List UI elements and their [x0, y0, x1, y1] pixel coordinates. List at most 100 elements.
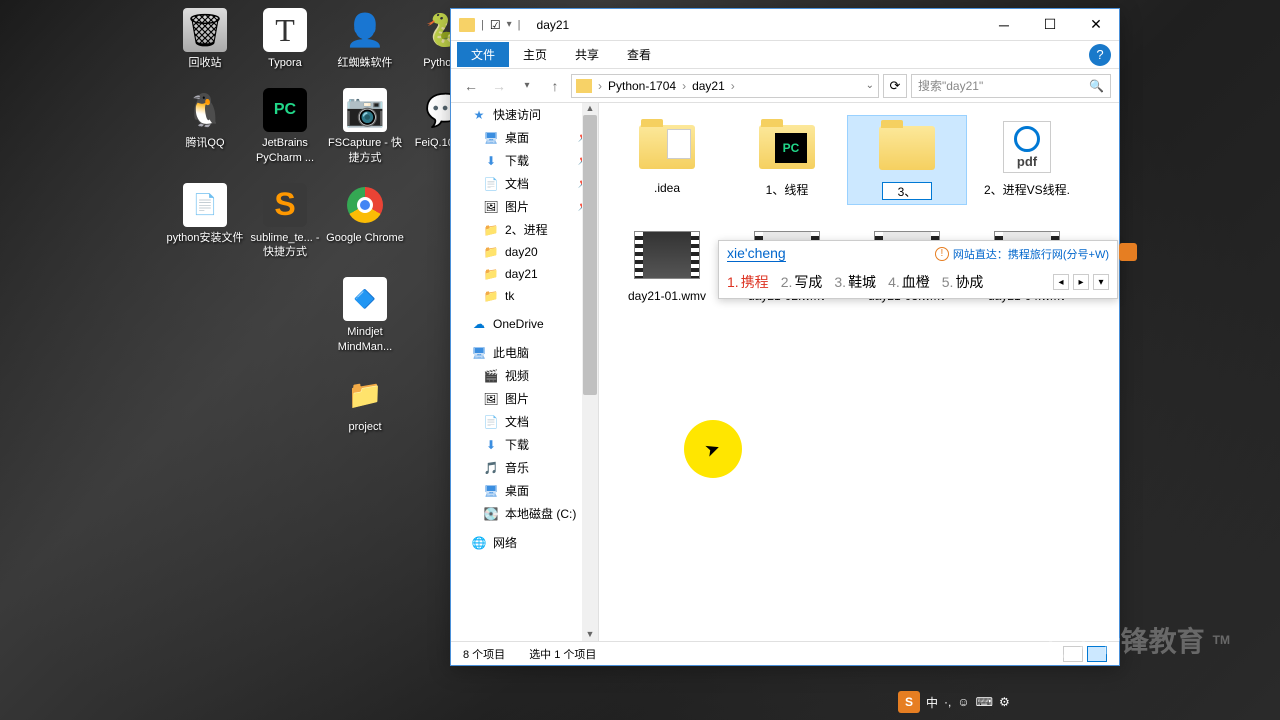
- refresh-button[interactable]: ⟳: [883, 74, 907, 98]
- ribbon-tab-home[interactable]: 主页: [509, 42, 561, 67]
- redspider-icon: 👤: [343, 8, 387, 52]
- folder-icon: 📁: [483, 266, 499, 282]
- ime-next-button[interactable]: ▸: [1073, 274, 1089, 290]
- folder-icon: [459, 18, 475, 32]
- sidebar-folder-day21[interactable]: 📁day21: [451, 263, 598, 285]
- ime-prev-button[interactable]: ◂: [1053, 274, 1069, 290]
- ime-candidate-2[interactable]: 2.写成: [781, 272, 823, 292]
- ime-candidate-3[interactable]: 3.鞋城: [834, 272, 876, 292]
- sidebar-folder-day20[interactable]: 📁day20: [451, 241, 598, 263]
- download-icon: ⬇: [483, 153, 499, 169]
- ime-punct-indicator[interactable]: ·,: [944, 695, 951, 709]
- desktop-icon-typora[interactable]: TTypora: [245, 8, 325, 70]
- desktop-icon-pythoninstall[interactable]: 📄python安装文件: [165, 183, 245, 260]
- file-explorer-window: | ☑ ▾ | day21 ─ ☐ ✕ 文件 主页 共享 查看 ? ← → ▾ …: [450, 8, 1120, 666]
- ime-candidate-popup: xie'cheng !网站直达：携程旅行网(分号+W) 1.携程 2.写成 3.…: [718, 240, 1118, 299]
- search-icon[interactable]: 🔍: [1089, 79, 1104, 93]
- sogou-icon[interactable]: S: [898, 691, 920, 713]
- history-dropdown[interactable]: ▾: [515, 74, 539, 98]
- qat-dropdown[interactable]: ▾: [507, 19, 512, 30]
- qat-item[interactable]: ☑: [490, 18, 501, 32]
- sidebar-folder-process[interactable]: 📁2、进程: [451, 218, 598, 241]
- sidebar-downloads2[interactable]: ⬇下载: [451, 433, 598, 456]
- minimize-button[interactable]: ─: [981, 10, 1027, 40]
- ribbon-tab-view[interactable]: 查看: [613, 42, 665, 67]
- ime-candidate-5[interactable]: 5.协成: [942, 272, 984, 292]
- desktop-icon-project[interactable]: 📁project: [325, 372, 405, 434]
- sidebar-desktop2[interactable]: 🖥桌面: [451, 479, 598, 502]
- file-item-idea[interactable]: .idea: [607, 115, 727, 205]
- address-dropdown[interactable]: ⌄: [866, 80, 874, 91]
- ime-emoji-button[interactable]: ☺: [957, 695, 969, 709]
- desktop-icon-redspider[interactable]: 👤红蜘蛛软件: [325, 8, 405, 70]
- qat-divider: |: [481, 19, 484, 31]
- ime-lang-indicator[interactable]: 中: [926, 694, 938, 711]
- desktop-icon-mindjet[interactable]: 🔷Mindjet MindMan...: [325, 277, 405, 354]
- desktop-icon-chrome[interactable]: Google Chrome: [325, 183, 405, 260]
- help-button[interactable]: ?: [1089, 44, 1111, 66]
- desktop-icon-sublime[interactable]: Ssublime_te... - 快捷方式: [245, 183, 325, 260]
- file-item-pdf[interactable]: pdf2、进程VS线程.: [967, 115, 1087, 205]
- file-item-video1[interactable]: day21-01.wmv: [607, 223, 727, 307]
- scrollbar-thumb[interactable]: [583, 115, 597, 395]
- sidebar-documents2[interactable]: 📄文档: [451, 410, 598, 433]
- file-list-pane[interactable]: .idea 1、线程 pdf2、进程VS线程. day21-01.wmv day…: [599, 103, 1119, 641]
- desktop-icon-qq[interactable]: 🐧腾讯QQ: [165, 88, 245, 165]
- maximize-button[interactable]: ☐: [1027, 10, 1073, 40]
- sidebar-documents[interactable]: 📄文档📌: [451, 172, 598, 195]
- forward-button[interactable]: →: [487, 74, 511, 98]
- file-item-new-folder[interactable]: [847, 115, 967, 205]
- ime-settings-icon[interactable]: ⚙: [999, 695, 1010, 709]
- chevron-right-icon[interactable]: ›: [731, 79, 735, 93]
- sidebar-videos[interactable]: 🎬视频: [451, 364, 598, 387]
- ime-candidate-4[interactable]: 4.血橙: [888, 272, 930, 292]
- ribbon-tab-share[interactable]: 共享: [561, 42, 613, 67]
- status-bar: 8 个项目 选中 1 个项目: [451, 641, 1119, 665]
- ime-keyboard-icon[interactable]: ⌨: [976, 695, 993, 709]
- sidebar-local-disk[interactable]: 💽本地磁盘 (C:): [451, 502, 598, 525]
- desktop-icon-pycharm[interactable]: PCJetBrains PyCharm ...: [245, 88, 325, 165]
- file-item-thread[interactable]: 1、线程: [727, 115, 847, 205]
- desktop-icon-recycle-bin[interactable]: 🗑回收站: [165, 8, 245, 70]
- folder-icon: 📁: [483, 222, 499, 238]
- back-button[interactable]: ←: [459, 74, 483, 98]
- chevron-right-icon[interactable]: ›: [682, 79, 686, 93]
- ime-candidate-1[interactable]: 1.携程: [727, 272, 769, 292]
- sidebar-scrollbar[interactable]: ▲▼: [582, 103, 598, 641]
- sidebar-desktop[interactable]: 🖥桌面📌: [451, 126, 598, 149]
- up-button[interactable]: ↑: [543, 74, 567, 98]
- ime-more-button[interactable]: ▾: [1093, 274, 1109, 290]
- disk-icon: 💽: [483, 506, 499, 522]
- sidebar-quick-access[interactable]: ★快速访问: [451, 103, 598, 126]
- rename-input[interactable]: [882, 182, 932, 200]
- ime-hint[interactable]: !网站直达：携程旅行网(分号+W): [935, 246, 1109, 262]
- sidebar-folder-tk[interactable]: 📁tk: [451, 285, 598, 307]
- sidebar-network[interactable]: 🌐网络: [451, 531, 598, 554]
- sidebar-onedrive[interactable]: ☁OneDrive: [451, 313, 598, 335]
- fscapture-icon: 📷: [343, 88, 387, 132]
- titlebar[interactable]: | ☑ ▾ | day21 ─ ☐ ✕: [451, 9, 1119, 41]
- doc-icon: 📄: [183, 183, 227, 227]
- sidebar-downloads[interactable]: ⬇下载📌: [451, 149, 598, 172]
- document-icon: 📄: [483, 414, 499, 430]
- ribbon-tab-file[interactable]: 文件: [457, 42, 509, 67]
- status-selected-count: 选中 1 个项目: [529, 646, 596, 662]
- desktop-icon-fscapture[interactable]: 📷FSCapture - 快捷方式: [325, 88, 405, 165]
- quick-access-toolbar: | ☑ ▾ |: [451, 18, 529, 32]
- ime-status-bar: S 中 ·, ☺ ⌨ ⚙: [898, 690, 1010, 714]
- chrome-icon: [343, 183, 387, 227]
- breadcrumb-item[interactable]: Python-1704: [604, 79, 680, 93]
- pdf-icon: pdf: [1003, 121, 1051, 173]
- folder-icon: 📁: [483, 288, 499, 304]
- search-input[interactable]: 搜索"day21" 🔍: [911, 74, 1111, 98]
- address-bar[interactable]: › Python-1704 › day21 › ⌄: [571, 74, 879, 98]
- sidebar-pictures[interactable]: 🖼图片📌: [451, 195, 598, 218]
- sidebar-pictures2[interactable]: 🖼图片: [451, 387, 598, 410]
- breadcrumb-item[interactable]: day21: [688, 79, 729, 93]
- sidebar-this-pc[interactable]: 🖥此电脑: [451, 341, 598, 364]
- sidebar-music[interactable]: 🎵音乐: [451, 456, 598, 479]
- chevron-right-icon[interactable]: ›: [598, 79, 602, 93]
- video-icon: 🎬: [483, 368, 499, 384]
- cursor-icon: ➤: [702, 437, 723, 462]
- close-button[interactable]: ✕: [1073, 10, 1119, 40]
